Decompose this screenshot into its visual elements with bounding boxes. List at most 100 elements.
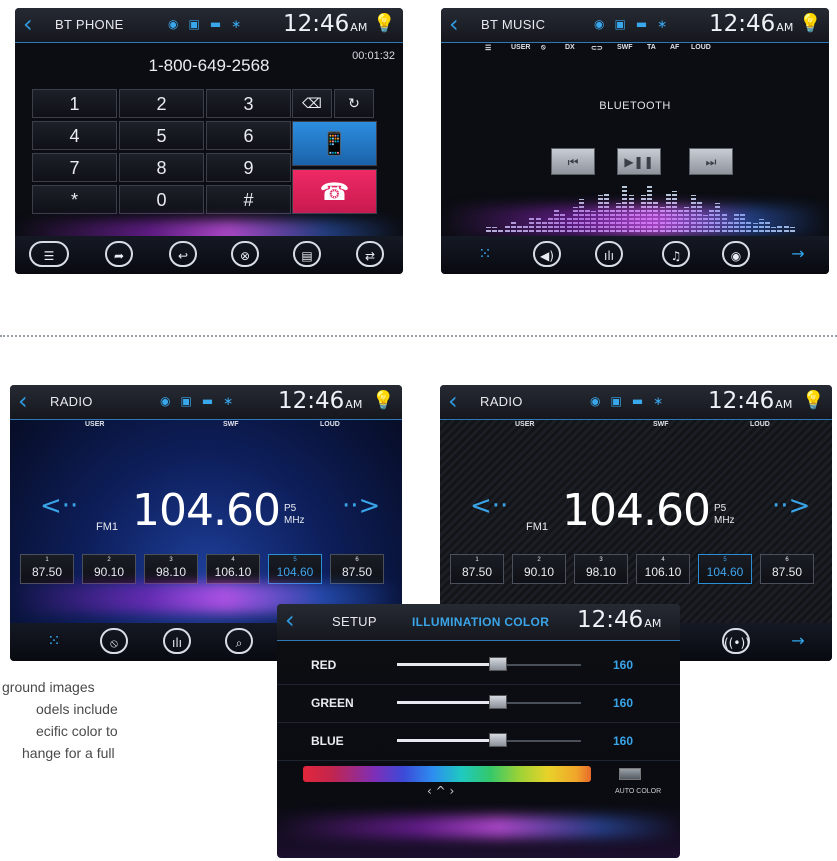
seek-down-arrow[interactable]: <·· [40,491,78,521]
band-label: FM1 [526,521,548,533]
illumination-bulb-icon[interactable]: 💡 [372,390,394,411]
menu-icon[interactable]: ☰ [485,44,491,52]
option-user[interactable]: USER [511,44,530,51]
seek-up-arrow[interactable]: ··> [342,491,380,521]
keypad-key[interactable]: 7 [32,153,117,182]
slider-fill [397,663,499,666]
option-dx[interactable]: DX [565,44,575,51]
keypad-key[interactable]: 8 [119,153,204,182]
search-button[interactable]: ⌕ [225,628,253,654]
next-track-button[interactable]: ⏭ [689,148,733,175]
preset-button[interactable]: 6 87.50 [760,554,814,584]
dialpad-button[interactable]: ⁙ [471,241,499,267]
preset-button[interactable]: 5 104.60 [268,554,322,584]
preset-frequency: 106.10 [644,565,682,579]
keypad-key[interactable]: 3 [206,89,291,118]
call-handset-button[interactable]: 📱 [292,121,377,166]
preset-button[interactable]: 3 98.10 [144,554,198,584]
mute-icon[interactable]: ⦸ [541,44,546,52]
option-loud[interactable]: LOUD [750,421,770,428]
slider-thumb[interactable] [489,733,508,747]
slider-thumb[interactable] [489,695,508,709]
illumination-bulb-icon[interactable]: 💡 [373,13,395,34]
play-pause-button[interactable]: ▶❚❚ [617,148,661,175]
illumination-bulb-icon[interactable]: 💡 [799,13,821,34]
preset-button[interactable]: 1 87.50 [450,554,504,584]
spectrum-pointer-icon[interactable]: ‹ ^ › [427,784,454,798]
preset-button[interactable]: 2 90.10 [512,554,566,584]
auto-color-toggle[interactable] [619,768,641,780]
option-user[interactable]: USER [85,421,104,428]
preset-number: 6 [355,557,359,563]
slider-label: BLUE [311,734,344,748]
preset-button[interactable]: 1 87.50 [20,554,74,584]
previous-track-button[interactable]: ⏮ [551,148,595,175]
mute-button[interactable]: ⦸ [100,628,128,654]
keypad-key[interactable]: 0 [119,185,204,214]
dialpad-button[interactable]: ⁙ [40,628,68,654]
back-icon[interactable]: ‹ [285,608,295,632]
preset-unit-label: P5 MHz [714,503,735,526]
option-loud[interactable]: LOUD [691,44,711,51]
next-page-arrow[interactable]: → [784,241,812,267]
back-icon[interactable]: ‹ [449,12,459,36]
preset-button[interactable]: 4 106.10 [206,554,260,584]
keypad-key[interactable]: 4 [32,121,117,150]
screen-title: RADIO [50,394,93,409]
option-swf[interactable]: SWF [653,421,669,428]
preset-button[interactable]: 3 98.10 [574,554,628,584]
illumination-bulb-icon[interactable]: 💡 [802,390,824,411]
sound-effect-button[interactable]: ♫ [662,241,690,267]
option-user[interactable]: USER [515,421,534,428]
preset-frequency: 98.10 [585,565,617,579]
clock: 12:46AM [709,11,794,37]
reply-button[interactable]: ↩ [169,241,197,267]
seek-up-arrow[interactable]: ··> [772,491,810,521]
keypad-key[interactable]: 1 [32,89,117,118]
back-icon[interactable]: ‹ [23,12,33,36]
contacts-list-button[interactable]: ☰ [29,241,69,267]
back-icon[interactable]: ‹ [18,389,28,413]
seek-down-arrow[interactable]: <·· [470,491,508,521]
keypad-key[interactable]: 6 [206,121,291,150]
preset-button[interactable]: 6 87.50 [330,554,384,584]
clock: 12:46AM [278,388,363,414]
phonebook-button[interactable]: ▤ [293,241,321,267]
stereo-icon[interactable]: ⊂⊃ [591,44,603,52]
cancel-button[interactable]: ⊗ [231,241,259,267]
option-swf[interactable]: SWF [617,44,633,51]
slider-thumb[interactable] [489,657,508,671]
preset-button[interactable]: 2 90.10 [82,554,136,584]
redial-button[interactable]: ↻ [334,89,374,118]
transfer-button[interactable]: ➦ [105,241,133,267]
record-button[interactable]: ◉ [722,241,750,267]
settings-button[interactable]: ⇄ [356,241,384,267]
broadcast-button[interactable]: ((•)) [722,628,750,654]
back-icon[interactable]: ‹ [448,389,458,413]
color-spectrum-bar[interactable] [303,766,591,782]
keypad-key[interactable]: 5 [119,121,204,150]
equalizer-button[interactable]: ılı [595,241,623,267]
call-timer: 00:01:32 [352,50,395,62]
volume-button[interactable]: ◀) [533,241,561,267]
preset-frequency: 90.10 [523,565,555,579]
equalizer-button[interactable]: ılı [163,628,191,654]
option-swf[interactable]: SWF [223,421,239,428]
hang-up-icon: ☎ [319,178,350,206]
keypad-key[interactable]: * [32,185,117,214]
auto-color-label: AUTO COLOR [615,788,662,795]
option-af[interactable]: AF [670,44,679,51]
end-call-button[interactable]: ☎ [292,169,377,214]
option-loud[interactable]: LOUD [320,421,340,428]
status-bar: ‹ BT MUSIC ◉ ▣ ▬ ∗ 12:46AM 💡 [441,8,829,43]
preset-frequency: 87.50 [31,565,63,579]
keypad-key[interactable]: # [206,185,291,214]
backspace-button[interactable]: ⌫ [292,89,332,118]
keypad-key[interactable]: 2 [119,89,204,118]
screen-title: RADIO [480,394,523,409]
preset-button[interactable]: 5 104.60 [698,554,752,584]
keypad-key[interactable]: 9 [206,153,291,182]
option-ta[interactable]: TA [647,44,656,51]
preset-button[interactable]: 4 106.10 [636,554,690,584]
next-page-arrow[interactable]: → [784,628,812,654]
